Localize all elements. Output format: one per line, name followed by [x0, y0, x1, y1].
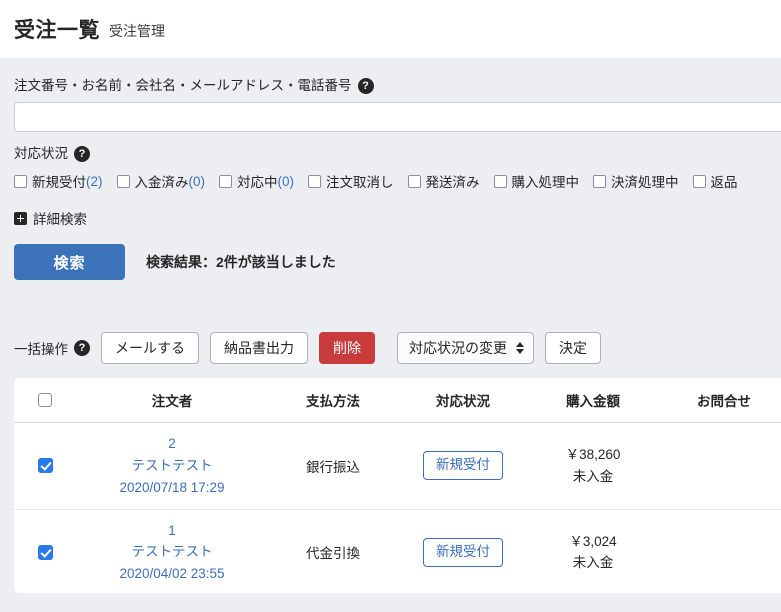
keyword-field-label: 注文番号・お名前・会社名・メールアドレス・電話番号 ?	[14, 78, 781, 95]
checkbox-box[interactable]	[14, 174, 27, 188]
help-circle-icon[interactable]: ?	[74, 340, 90, 357]
row-checkbox[interactable]	[37, 544, 53, 560]
checkbox-box[interactable]	[692, 174, 706, 188]
confirm-button[interactable]: 決定	[545, 332, 601, 365]
status-checkbox-shipped[interactable]: 発送済み	[407, 171, 480, 191]
export-invoice-button[interactable]: 納品書出力	[210, 332, 308, 365]
orders-table-card: 注文者 支払方法 対応状況 購入金額 お問合せ 2 テストテスト 2020/07…	[14, 378, 781, 593]
status-checkbox-in-progress[interactable]: 対応中 (0)	[219, 171, 294, 191]
table-row: 2 テストテスト 2020/07/18 17:29 銀行振込 新規受付 ￥38,…	[14, 422, 781, 510]
orderer-cell: 1 テストテスト 2020/04/02 23:55	[76, 509, 268, 593]
checkbox-label: 決済処理中	[611, 175, 679, 191]
checkbox-label: 返品	[710, 175, 738, 191]
search-result-text: 検索結果：2件が該当しました	[146, 254, 336, 271]
status-field-label: 対応状況 ?	[14, 146, 781, 163]
checkbox-label: 新規受付	[32, 175, 86, 191]
plus-square-icon	[14, 211, 27, 225]
keyword-label-text: 注文番号・お名前・会社名・メールアドレス・電話番号	[14, 78, 352, 93]
inquiry-cell	[658, 422, 781, 510]
status-checkbox-cancelled[interactable]: 注文取消し	[308, 171, 394, 191]
column-header-amount: 購入金額	[528, 378, 658, 423]
checkbox-label: 対応中	[237, 175, 278, 191]
help-circle-icon[interactable]: ?	[357, 78, 374, 95]
status-cell: 新規受付	[398, 509, 528, 593]
search-button[interactable]: 検索	[14, 244, 125, 281]
orders-table-body: 2 テストテスト 2020/07/18 17:29 銀行振込 新規受付 ￥38,…	[14, 422, 781, 593]
status-change-select-value: 対応状況の変更	[409, 340, 507, 357]
bulk-operation-label: 一括操作 ?	[14, 338, 90, 358]
status-checkbox-new[interactable]: 新規受付 (2)	[14, 171, 103, 191]
checkbox-box[interactable]	[493, 174, 507, 188]
page-title: 受注一覧	[14, 19, 100, 42]
status-change-select[interactable]: 対応状況の変更	[397, 332, 534, 365]
column-header-inquiry: お問合せ	[658, 378, 781, 423]
table-header-row: 注文者 支払方法 対応状況 購入金額 お問合せ	[14, 378, 781, 423]
detail-search-label: 詳細検索	[33, 212, 87, 228]
status-filter-block: 対応状況 ? 新規受付 (2) 入金済み (0) 対応中 (0) 注文取消し 発…	[14, 146, 781, 191]
orders-table: 注文者 支払方法 対応状況 購入金額 お問合せ 2 テストテスト 2020/07…	[14, 378, 781, 593]
page-header: 受注一覧 受注管理	[0, 0, 781, 58]
order-number-link[interactable]: 1	[76, 520, 268, 542]
page-subtitle: 受注管理	[109, 23, 165, 39]
amount-cell: ￥38,260 未入金	[528, 422, 658, 510]
status-label-text: 対応状況	[14, 146, 68, 162]
status-checkbox-row: 新規受付 (2) 入金済み (0) 対応中 (0) 注文取消し 発送済み 購入処…	[14, 171, 781, 191]
search-action-row: 検索 検索結果：2件が該当しました	[14, 244, 781, 281]
checkbox-count: (0)	[188, 173, 206, 189]
status-cell: 新規受付	[398, 422, 528, 510]
order-list-page: 受注一覧 受注管理 注文番号・お名前・会社名・メールアドレス・電話番号 ? 対応…	[0, 0, 781, 612]
checkbox-label: 入金済み	[134, 175, 189, 191]
orders-table-head: 注文者 支払方法 対応状況 購入金額 お問合せ	[14, 378, 781, 423]
search-input[interactable]	[14, 102, 781, 133]
status-checkbox-paid[interactable]: 入金済み (0)	[116, 171, 206, 191]
checkbox-box[interactable]	[219, 174, 232, 188]
status-checkbox-purchasing[interactable]: 購入処理中	[493, 171, 580, 191]
customer-name-link[interactable]: テストテスト	[76, 541, 268, 563]
order-date-link[interactable]: 2020/07/18 17:29	[76, 477, 268, 499]
payment-state: 未入金	[572, 468, 614, 484]
row-checkbox[interactable]	[37, 458, 53, 474]
search-panel: 注文番号・お名前・会社名・メールアドレス・電話番号 ? 対応状況 ? 新規受付(…	[0, 58, 781, 281]
select-all-checkbox[interactable]	[38, 393, 52, 407]
select-all-header	[14, 378, 76, 423]
payment-method-cell: 銀行振込	[268, 422, 398, 510]
checkbox-label: 発送済み	[425, 175, 480, 191]
status-badge[interactable]: 新規受付	[423, 537, 503, 567]
updown-arrows-icon	[516, 342, 524, 355]
checkbox-box[interactable]	[593, 174, 606, 188]
order-date-link[interactable]: 2020/04/02 23:55	[76, 563, 268, 585]
table-row: 1 テストテスト 2020/04/02 23:55 代金引換 新規受付 ￥3,0…	[14, 509, 781, 593]
send-mail-button[interactable]: メールする	[101, 332, 199, 365]
checkbox-box[interactable]	[116, 174, 130, 188]
checkbox-box[interactable]	[407, 174, 421, 188]
checkbox-count: (2)	[86, 173, 103, 189]
inquiry-cell	[658, 509, 781, 593]
help-circle-icon[interactable]: ?	[74, 146, 90, 163]
status-checkbox-settlement[interactable]: 決済処理中	[593, 171, 679, 191]
order-number-link[interactable]: 2	[76, 433, 268, 455]
column-header-payment: 支払方法	[268, 378, 398, 423]
column-header-status: 対応状況	[398, 378, 528, 423]
orderer-cell: 2 テストテスト 2020/07/18 17:29	[76, 422, 268, 510]
column-header-orderer: 注文者	[76, 378, 268, 423]
payment-method-cell: 代金引換	[268, 509, 398, 593]
row-select-cell	[14, 509, 76, 593]
checkbox-label: 購入処理中	[511, 175, 580, 191]
delete-button[interactable]: 削除	[319, 332, 375, 365]
amount-cell: ￥3,024 未入金	[528, 509, 658, 593]
bulk-label-text: 一括操作	[14, 342, 68, 358]
status-checkbox-returned[interactable]: 返品	[692, 171, 738, 191]
checkbox-count: (0)	[277, 173, 295, 189]
customer-name-link[interactable]: テストテスト	[76, 455, 268, 477]
bulk-operation-row: 一括操作 ? メールする 納品書出力 削除 対応状況の変更 決定	[0, 332, 781, 365]
payment-state: 未入金	[572, 555, 614, 571]
checkbox-label: 注文取消し	[326, 175, 394, 191]
row-select-cell	[14, 422, 76, 510]
detail-search-toggle[interactable]: 詳細検索	[14, 208, 87, 228]
status-badge[interactable]: 新規受付	[423, 451, 503, 481]
amount-value: ￥3,024	[569, 533, 617, 549]
amount-value: ￥38,260	[565, 446, 621, 462]
checkbox-box[interactable]	[308, 174, 321, 188]
